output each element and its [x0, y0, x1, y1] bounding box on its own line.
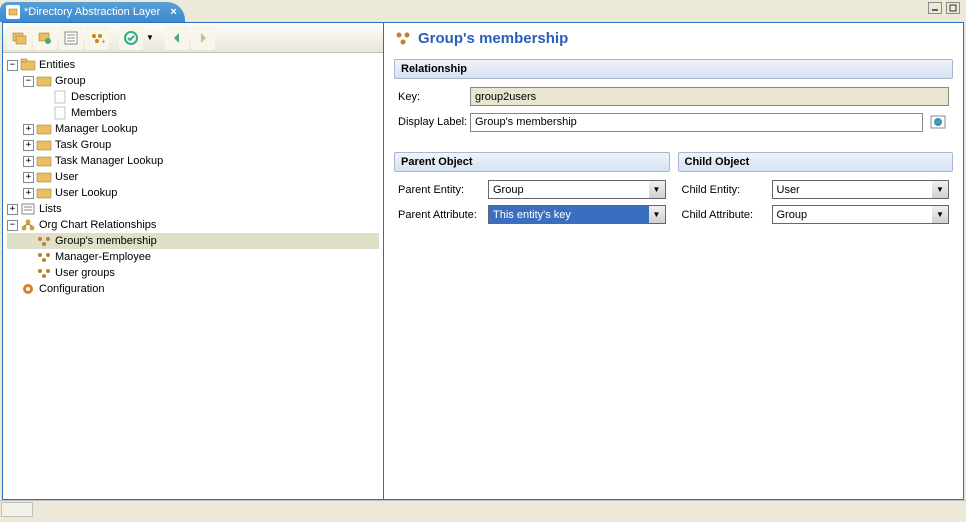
status-segment	[1, 502, 33, 517]
child-attribute-label: Child Attribute:	[682, 209, 772, 221]
tree-node-group[interactable]: − Group	[7, 73, 379, 89]
toolbar-btn-1[interactable]	[7, 26, 31, 50]
tree-label: Group	[55, 75, 86, 87]
tree-node-user-lookup[interactable]: + User Lookup	[7, 185, 379, 201]
parent-entity-label: Parent Entity:	[398, 184, 488, 196]
tree-node-manager-lookup[interactable]: + Manager Lookup	[7, 121, 379, 137]
tree-view[interactable]: − Entities − Group Description Members	[3, 53, 383, 499]
tree-node-user[interactable]: + User	[7, 169, 379, 185]
attribute-icon	[52, 90, 68, 104]
tree-label: Manager-Employee	[55, 251, 151, 263]
tree-node-groups-membership[interactable]: Group's membership	[7, 233, 379, 249]
display-label-label: Display Label:	[398, 116, 470, 128]
section-child-object: Child Object	[678, 152, 954, 172]
tree-label: Task Group	[55, 139, 111, 151]
editor-tab[interactable]: *Directory Abstraction Layer ×	[0, 2, 185, 22]
tree-label: Org Chart Relationships	[39, 219, 156, 231]
attribute-icon	[52, 106, 68, 120]
tree-label: Group's membership	[55, 235, 157, 247]
display-label-field[interactable]	[470, 113, 923, 132]
entity-icon	[36, 122, 52, 136]
child-entity-label: Child Entity:	[682, 184, 772, 196]
nav-forward-button[interactable]	[191, 26, 215, 50]
chevron-down-icon[interactable]: ▼	[649, 205, 666, 224]
parent-attribute-label: Parent Attribute:	[398, 209, 488, 221]
toolbar-btn-3[interactable]	[59, 26, 83, 50]
tree-node-manager-employee[interactable]: Manager-Employee	[7, 249, 379, 265]
org-chart-icon	[20, 218, 36, 232]
maximize-button[interactable]	[946, 2, 960, 14]
tree-node-task-group[interactable]: + Task Group	[7, 137, 379, 153]
tree-node-members[interactable]: Members	[7, 105, 379, 121]
expander-plus-icon[interactable]: +	[23, 140, 34, 151]
tab-icon	[6, 5, 20, 19]
child-attribute-select[interactable]: Group ▼	[772, 205, 950, 224]
toolbar-btn-4[interactable]: +	[85, 26, 109, 50]
section-relationship: Relationship	[394, 59, 953, 79]
tree-label: Lists	[39, 203, 62, 215]
tree-node-user-groups[interactable]: User groups	[7, 265, 379, 281]
tree-label: Entities	[39, 59, 75, 71]
entity-icon	[36, 186, 52, 200]
relationship-icon	[36, 266, 52, 280]
chevron-down-icon[interactable]: ▼	[649, 180, 666, 199]
tree-node-task-manager-lookup[interactable]: + Task Manager Lookup	[7, 153, 379, 169]
tab-title: *Directory Abstraction Layer	[24, 6, 160, 18]
tree-label: User groups	[55, 267, 115, 279]
chevron-down-icon[interactable]: ▼	[932, 180, 949, 199]
tree-label: Members	[71, 107, 117, 119]
parent-entity-select[interactable]: Group ▼	[488, 180, 666, 199]
tree-node-org-chart[interactable]: − Org Chart Relationships	[7, 217, 379, 233]
close-icon[interactable]: ×	[170, 6, 176, 18]
tree-node-configuration[interactable]: Configuration	[7, 281, 379, 297]
toolbar-btn-2[interactable]	[33, 26, 57, 50]
toolbar-dropdown-arrow[interactable]: ▼	[145, 33, 155, 42]
tree-label: User Lookup	[55, 187, 117, 199]
page-title: Group's membership	[394, 29, 953, 47]
entity-icon	[36, 138, 52, 152]
child-entity-select[interactable]: User ▼	[772, 180, 950, 199]
toolbar: + ▼	[3, 23, 383, 53]
expander-minus-icon[interactable]: −	[23, 76, 34, 87]
tree-label: Manager Lookup	[55, 123, 138, 135]
toolbar-btn-validate[interactable]	[119, 26, 143, 50]
key-field	[470, 87, 949, 106]
expander-minus-icon[interactable]: −	[7, 220, 18, 231]
tree-label: Configuration	[39, 283, 104, 295]
relationship-icon	[36, 234, 52, 248]
expander-plus-icon[interactable]: +	[23, 172, 34, 183]
expander-plus-icon[interactable]: +	[23, 156, 34, 167]
minimize-button[interactable]	[928, 2, 942, 14]
parent-attribute-select[interactable]: This entity's key ▼	[488, 205, 666, 224]
key-label: Key:	[398, 91, 470, 103]
expander-plus-icon[interactable]: +	[7, 204, 18, 215]
tree-label: User	[55, 171, 78, 183]
relationship-icon	[36, 250, 52, 264]
tree-label: Task Manager Lookup	[55, 155, 163, 167]
entity-icon	[36, 154, 52, 168]
lists-icon	[20, 202, 36, 216]
chevron-down-icon[interactable]: ▼	[932, 205, 949, 224]
folder-icon	[20, 58, 36, 72]
entity-icon	[36, 170, 52, 184]
section-parent-object: Parent Object	[394, 152, 670, 172]
localize-button[interactable]	[927, 112, 949, 132]
tree-node-lists[interactable]: + Lists	[7, 201, 379, 217]
tree-label: Description	[71, 91, 126, 103]
gear-icon	[20, 282, 36, 296]
tree-node-entities[interactable]: − Entities	[7, 57, 379, 73]
expander-plus-icon[interactable]: +	[23, 188, 34, 199]
tree-node-description[interactable]: Description	[7, 89, 379, 105]
expander-minus-icon[interactable]: −	[7, 60, 18, 71]
nav-back-button[interactable]	[165, 26, 189, 50]
entity-icon	[36, 74, 52, 88]
svg-text:+: +	[101, 37, 105, 46]
relationship-icon	[394, 29, 412, 47]
expander-plus-icon[interactable]: +	[23, 124, 34, 135]
status-bar	[0, 500, 966, 518]
